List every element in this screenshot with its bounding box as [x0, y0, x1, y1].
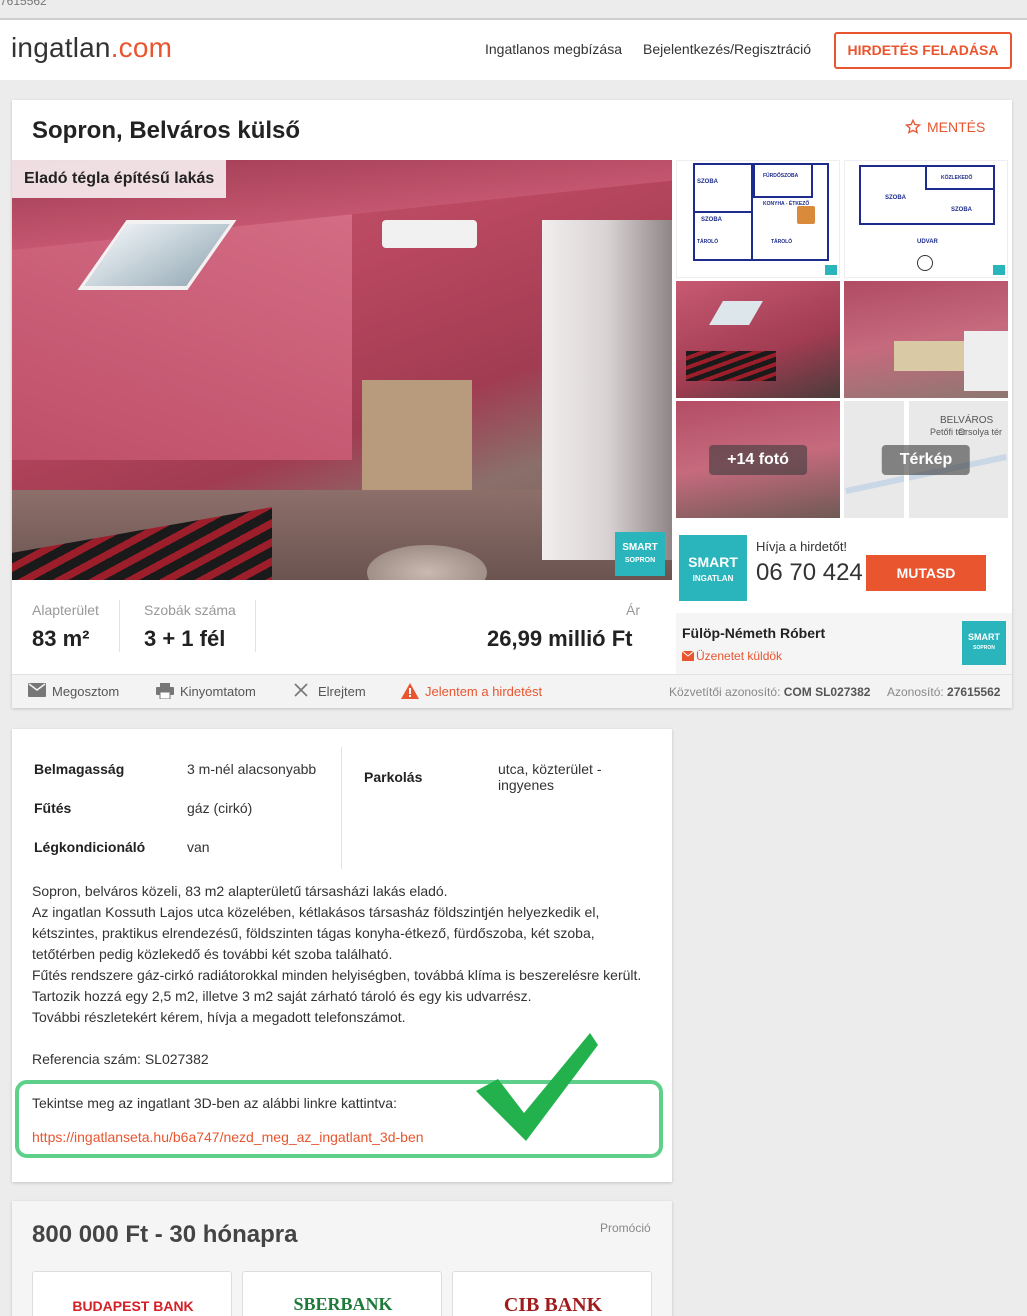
photo-thumb-1[interactable] — [676, 281, 840, 398]
star-icon — [904, 118, 922, 134]
page-id-fragment: 7615562 — [0, 0, 47, 8]
broker-id: Közvetítői azonosító: COM SL027382 — [669, 685, 871, 699]
bank-budapest[interactable]: BUDAPEST BANK — [32, 1271, 232, 1316]
nav-broker-assignment[interactable]: Ingatlanos megbízása — [485, 41, 622, 57]
report-button[interactable]: Jelentem a hirdetést — [401, 683, 542, 699]
shelf — [362, 380, 472, 490]
wardrobe — [542, 220, 672, 560]
site-header: ingatlan.com Ingatlanos megbízása Bejele… — [0, 20, 1027, 80]
agency-mini-logo — [825, 265, 837, 275]
post-ad-button[interactable]: HIRDETÉS FELADÁSA — [834, 32, 1012, 69]
agency-logo-small: SMART SOPRON — [962, 621, 1006, 665]
agent-name: Fülöp-Németh Róbert — [682, 625, 826, 641]
promo-card: 800 000 Ft - 30 hónapra Promóció BUDAPES… — [12, 1201, 672, 1316]
floorplan-upper-thumb[interactable]: KÖZLEKEDŐ SZOBA SZOBA UDVAR — [844, 160, 1008, 278]
phone-number: 06 70 424 — [756, 559, 863, 586]
envelope-icon — [681, 650, 695, 661]
listing-card: Sopron, Belváros külső MENTÉS Eladó tégl… — [12, 100, 1012, 708]
warning-icon — [401, 683, 419, 699]
key-stats: Alapterület 83 m² Szobák száma 3 + 1 fél… — [32, 600, 640, 652]
floorplan-ground-thumb[interactable]: SZOBA FÜRDŐSZOBA KONYHA - ÉTKEZŐ SZOBA T… — [676, 160, 840, 278]
main-photo[interactable]: Eladó tégla építésű lakás SMART SOPRON — [12, 160, 672, 580]
details-card: Belmagasság 3 m-nél alacsonyabb Fűtés gá… — [12, 729, 672, 1182]
printer-icon — [156, 683, 174, 699]
mail-icon — [28, 683, 46, 697]
listing-id: Azonosító: 27615562 — [887, 685, 1001, 699]
property-type-badge: Eladó tégla építésű lakás — [12, 160, 227, 198]
agency-mini-logo — [993, 265, 1005, 275]
map-thumb[interactable]: BELVÁROS Petőfi tér Orsolya tér Térkép — [844, 401, 1008, 518]
air-conditioner — [382, 220, 477, 248]
area-value: 83 m² — [32, 626, 90, 651]
rooms-value: 3 + 1 fél — [144, 626, 226, 651]
nav-login-register[interactable]: Bejelentkezés/Regisztráció — [643, 41, 811, 57]
map-button[interactable]: Térkép — [881, 444, 971, 475]
promo-tag: Promóció — [600, 1221, 651, 1235]
compass-icon — [917, 255, 933, 271]
checkmark-icon — [476, 1033, 598, 1141]
close-icon — [294, 683, 308, 697]
agency-watermark-logo: SMART SOPRON — [615, 532, 665, 576]
dining-table — [797, 206, 815, 224]
show-phone-button[interactable]: MUTASD — [866, 555, 986, 591]
top-strip: 7615562 — [0, 0, 1027, 14]
more-photos-button[interactable]: +14 fotó — [709, 444, 807, 475]
bank-sberbank[interactable]: SBERBANK — [242, 1271, 442, 1316]
price-value: 26,99 millió Ft — [487, 626, 633, 651]
3d-tour-link[interactable]: https://ingatlanseta.hu/b6a747/nezd_meg_… — [32, 1129, 424, 1145]
send-message-link[interactable]: Üzenetet küldök — [681, 649, 782, 663]
listing-title: Sopron, Belváros külső — [32, 117, 301, 144]
site-logo[interactable]: ingatlan.com — [11, 32, 172, 64]
hide-button[interactable]: Elrejtem — [294, 683, 366, 699]
save-button[interactable]: MENTÉS — [904, 118, 985, 135]
photo-thumb-2[interactable] — [844, 281, 1008, 398]
photo-thumb-3[interactable]: +14 fotó — [676, 401, 840, 518]
agent-panel: SMART INGATLAN Hívja a hirdetőt! 06 70 42… — [676, 525, 1012, 675]
agency-logo: SMART INGATLAN — [679, 535, 747, 601]
action-bar: Megosztom Kinyomtatom Elrejtem Jelentem … — [12, 674, 1012, 708]
bank-cib[interactable]: CIB BANK — [452, 1271, 652, 1316]
print-button[interactable]: Kinyomtatom — [156, 683, 256, 699]
promo-title: 800 000 Ft - 30 hónapra — [32, 1221, 298, 1248]
share-button[interactable]: Megosztom — [28, 683, 119, 699]
